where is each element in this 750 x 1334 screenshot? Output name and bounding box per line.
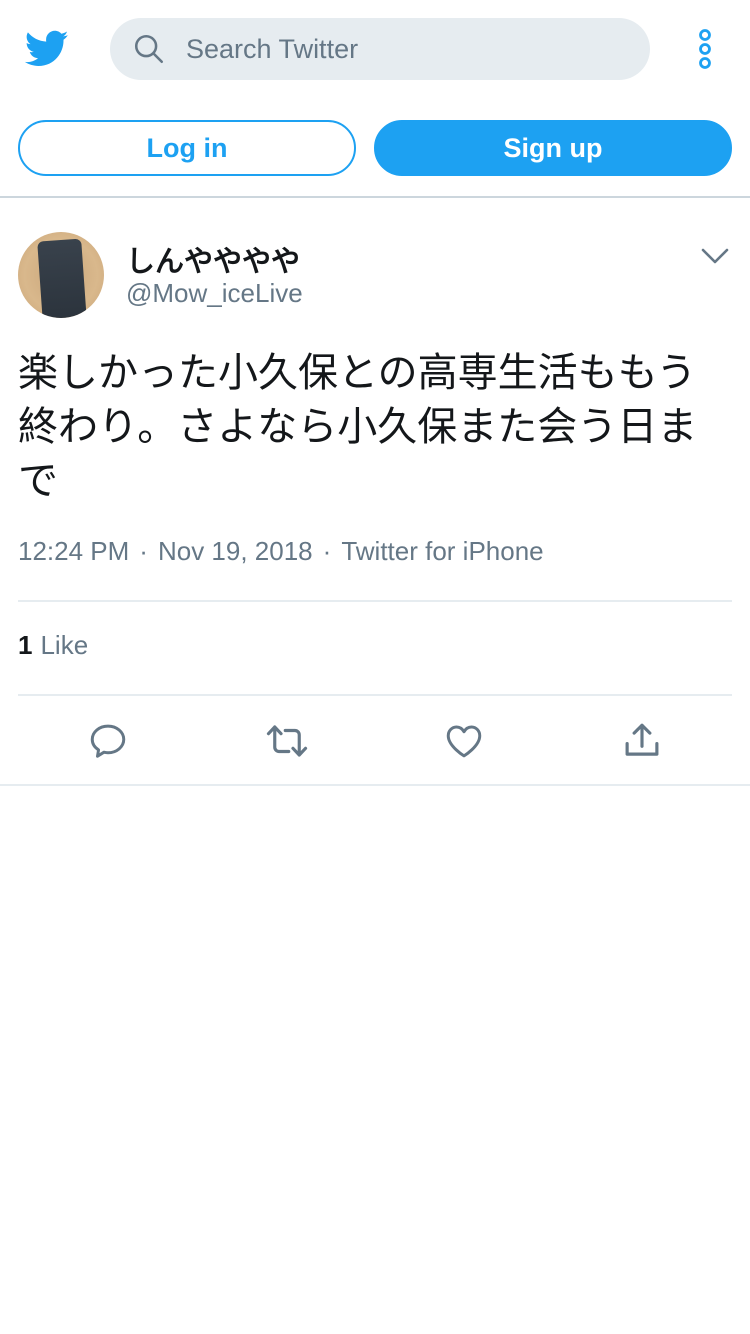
tweet-source[interactable]: Twitter for iPhone	[341, 536, 543, 566]
top-bar: Search Twitter	[0, 0, 750, 98]
avatar[interactable]	[18, 232, 104, 318]
like-icon[interactable]	[443, 720, 485, 762]
like-label: Like	[40, 630, 89, 660]
display-name[interactable]: しんやややや	[126, 238, 300, 280]
tweet-text: 楽しかった小久保との高専生活ももう終わり。さよなら小久保また会う日まで	[18, 350, 698, 504]
more-vertical-icon[interactable]	[690, 28, 720, 70]
search-input[interactable]: Search Twitter	[110, 18, 650, 80]
twitter-bird-icon[interactable]	[22, 26, 72, 70]
chevron-down-icon[interactable]	[700, 246, 730, 266]
tweet-actions	[0, 696, 750, 786]
meta-separator: ·	[139, 536, 148, 566]
share-icon[interactable]	[621, 720, 663, 762]
divider	[18, 600, 732, 602]
login-button[interactable]: Log in	[18, 120, 356, 176]
search-placeholder: Search Twitter	[186, 33, 359, 64]
retweet-icon[interactable]	[264, 720, 310, 762]
tweet-meta: 12:24 PM · Nov 19, 2018 · Twitter for iPhone	[18, 536, 544, 567]
reply-icon[interactable]	[87, 720, 129, 762]
tweet-date[interactable]: Nov 19, 2018	[158, 536, 313, 566]
signup-button[interactable]: Sign up	[374, 120, 732, 176]
like-count: 1	[18, 630, 33, 660]
like-stats[interactable]: 1 Like	[18, 630, 88, 661]
user-handle[interactable]: @Mow_iceLive	[126, 278, 303, 309]
auth-bar: Log in Sign up	[0, 98, 750, 198]
meta-separator: ·	[322, 536, 332, 566]
tweet-time[interactable]: 12:24 PM	[18, 536, 129, 566]
search-icon	[134, 34, 164, 64]
